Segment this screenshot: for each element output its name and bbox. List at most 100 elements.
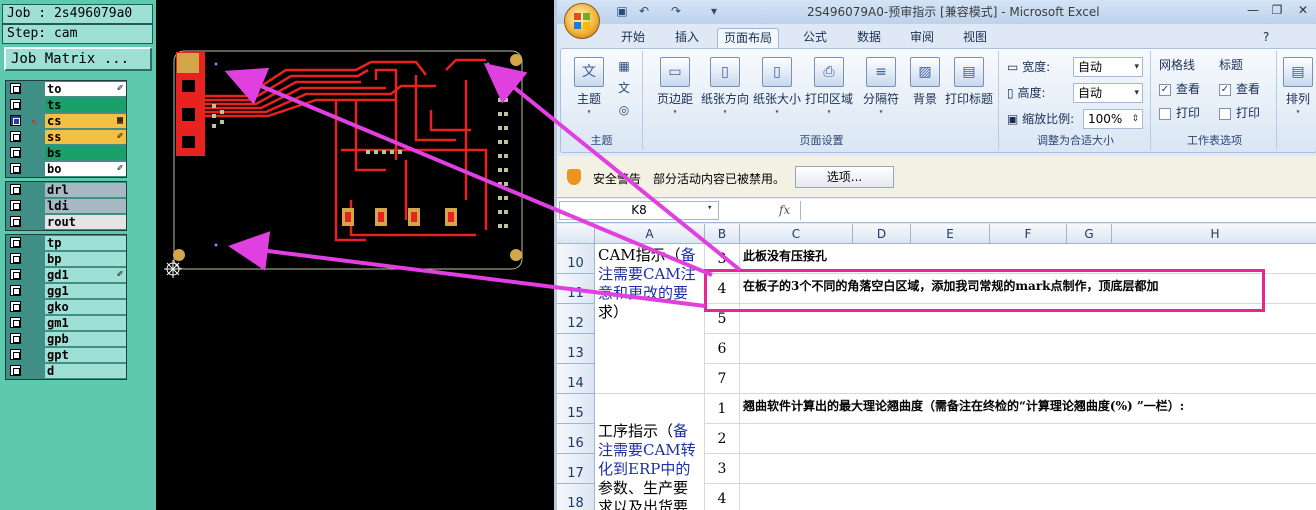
layer-row-gpb[interactable]: gpb	[6, 331, 126, 347]
print-titles-button[interactable]: ▤ 打印标题	[945, 55, 993, 129]
cell-b[interactable]: 5	[705, 304, 740, 334]
layer-name[interactable]: ldi	[45, 199, 126, 213]
layer-checkbox[interactable]	[10, 317, 21, 328]
tab-view[interactable]: 视图	[957, 28, 993, 48]
headings-print-checkbox[interactable]: 打印	[1219, 103, 1260, 123]
cell-b[interactable]: 2	[705, 424, 740, 454]
layer-name[interactable]: to ✐	[45, 82, 126, 96]
cell-c[interactable]: 在板子的3个不同的角落空白区域，添加我司常规的mark点制作，顶底层都加	[740, 274, 1316, 304]
tab-insert[interactable]: 插入	[669, 28, 705, 48]
cell-c[interactable]	[740, 484, 1316, 510]
layer-checkbox[interactable]	[10, 365, 21, 376]
formula-input[interactable]	[800, 201, 1316, 220]
cell-c[interactable]	[740, 454, 1316, 484]
layer-name[interactable]: gko	[45, 300, 126, 314]
layer-name[interactable]: bp	[45, 252, 126, 266]
layer-name[interactable]: gg1	[45, 284, 126, 298]
layer-name[interactable]: drl	[45, 183, 126, 197]
layer-row-drl[interactable]: drl	[6, 182, 126, 198]
row-header[interactable]: 18	[557, 484, 595, 510]
column-header-c[interactable]: C	[740, 224, 853, 244]
arrange-button[interactable]: ▤ 排列 ▾	[1274, 55, 1316, 129]
cell-b[interactable]: 3	[705, 244, 740, 274]
gridlines-print-checkbox[interactable]: 打印	[1159, 103, 1200, 123]
merged-cell-a[interactable]: CAM指示（备注需要CAM注意和更改的要求）	[595, 244, 705, 394]
row-header[interactable]: 10	[557, 244, 595, 274]
spreadsheet-grid[interactable]: A B C D E F G H 10 3 此板没有压接孔 11 4 在板子的3个不同的角落空白区域，添加我…	[557, 224, 1316, 510]
gridlines-view-checkbox[interactable]: ✓ 查看	[1159, 79, 1200, 99]
merged-cell-a[interactable]: 工序指示（备注需要CAM转化到ERP中的参数、生产要求以及出货要	[595, 394, 705, 510]
cell-b[interactable]: 3	[705, 454, 740, 484]
breaks-button[interactable]: ≡ 分隔符 ▾	[857, 55, 905, 129]
cell-c[interactable]: 翘曲软件计算出的最大理论翘曲度（需备注在终检的“计算理论翘曲度(%) ”一栏）:	[740, 394, 1316, 424]
maximize-icon[interactable]: ❐	[1267, 2, 1287, 18]
insert-function-icon[interactable]: fx	[779, 203, 790, 217]
layer-checkbox[interactable]	[10, 184, 21, 195]
layer-row-bs[interactable]: bs	[6, 145, 126, 161]
cell-b[interactable]: 4	[705, 484, 740, 510]
layer-checkbox[interactable]	[10, 99, 21, 110]
quick-access-dropdown-icon[interactable]: ▾	[707, 4, 721, 18]
layer-name[interactable]: tp	[45, 236, 126, 250]
cell-b[interactable]: 4	[705, 274, 740, 304]
column-header-a[interactable]: A	[595, 224, 705, 244]
job-matrix-button[interactable]: Job Matrix ...	[4, 47, 152, 71]
undo-icon[interactable]: ↶	[637, 4, 651, 18]
column-header-g[interactable]: G	[1067, 224, 1112, 244]
background-button[interactable]: ▨ 背景	[901, 55, 949, 129]
theme-colors-icon[interactable]: ▦	[617, 59, 631, 73]
layer-row-ldi[interactable]: ldi	[6, 198, 126, 214]
layer-row-ss[interactable]: ss ✐	[6, 129, 126, 145]
orientation-button[interactable]: ▯ 纸张方向 ▾	[701, 55, 749, 129]
layer-checkbox[interactable]	[10, 333, 21, 344]
row-header[interactable]: 12	[557, 304, 595, 334]
layer-row-gpt[interactable]: gpt	[6, 347, 126, 363]
name-box[interactable]: K8	[559, 201, 719, 220]
layer-row-gd1[interactable]: gd1 ✐	[6, 267, 126, 283]
column-header-h[interactable]: H	[1112, 224, 1316, 244]
office-button[interactable]	[564, 3, 600, 39]
layer-checkbox[interactable]	[10, 83, 21, 94]
layer-checkbox[interactable]	[10, 131, 21, 142]
cell-c[interactable]	[740, 304, 1316, 334]
layer-name[interactable]: rout	[45, 215, 126, 229]
row-header[interactable]: 16	[557, 424, 595, 454]
theme-button[interactable]: 文 主题 ▾	[565, 55, 613, 129]
cell-c[interactable]: 此板没有压接孔	[740, 244, 1316, 274]
layer-row-gg1[interactable]: gg1	[6, 283, 126, 299]
layer-checkbox[interactable]	[10, 269, 21, 280]
row-header[interactable]: 14	[557, 364, 595, 394]
layer-checkbox[interactable]	[10, 200, 21, 211]
layer-checkbox[interactable]	[10, 216, 21, 227]
layer-checkbox[interactable]	[10, 253, 21, 264]
layer-checkbox[interactable]	[10, 147, 21, 158]
select-all-corner[interactable]	[557, 224, 595, 244]
tab-data[interactable]: 数据	[851, 28, 887, 48]
column-header-f[interactable]: F	[990, 224, 1067, 244]
column-header-d[interactable]: D	[853, 224, 911, 244]
tab-home[interactable]: 开始	[615, 28, 651, 48]
layer-checkbox[interactable]	[10, 301, 21, 312]
row-header[interactable]: 17	[557, 454, 595, 484]
layer-row-d[interactable]: d	[6, 363, 126, 379]
column-header-b[interactable]: B	[705, 224, 740, 244]
row-header[interactable]: 15	[557, 394, 595, 424]
layer-name[interactable]: bs	[45, 146, 126, 160]
layer-name[interactable]: gpt	[45, 348, 126, 362]
row-header[interactable]: 11	[557, 274, 595, 304]
height-combo[interactable]: 自动 ▾	[1073, 83, 1143, 103]
layer-name[interactable]: bo ✐	[45, 162, 126, 176]
layer-name[interactable]: cs ▦	[45, 114, 126, 128]
help-icon[interactable]: ?	[1257, 28, 1275, 48]
tab-review[interactable]: 审阅	[904, 28, 940, 48]
layer-checkbox[interactable]	[10, 115, 21, 126]
scale-spinner[interactable]: 100% ⇕	[1083, 109, 1143, 129]
cell-b[interactable]: 7	[705, 364, 740, 394]
layer-row-bo[interactable]: bo ✐	[6, 161, 126, 177]
layer-row-rout[interactable]: rout	[6, 214, 126, 230]
layer-name[interactable]: gd1 ✐	[45, 268, 126, 282]
minimize-icon[interactable]: —	[1243, 2, 1263, 18]
tab-page-layout[interactable]: 页面布局	[717, 28, 780, 48]
redo-icon[interactable]: ↷	[669, 4, 683, 18]
layer-row-bp[interactable]: bp	[6, 251, 126, 267]
